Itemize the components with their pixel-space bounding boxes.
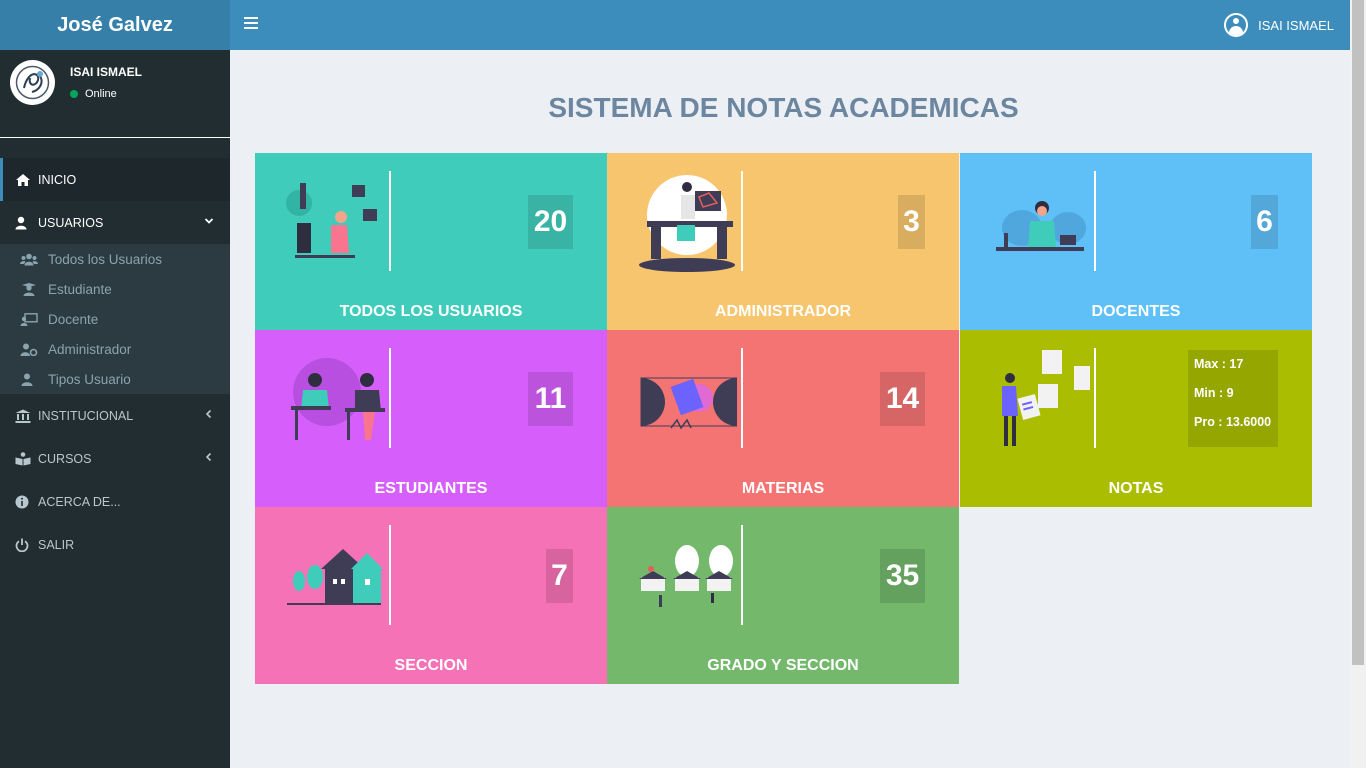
sidebar-item-usuarios[interactable]: USUARIOS	[0, 201, 230, 244]
card-docentes[interactable]: 6 DOCENTES	[960, 153, 1312, 330]
chevron-left-icon	[205, 409, 212, 419]
page-title: SISTEMA DE NOTAS ACADEMICAS	[548, 92, 1019, 123]
submenu-item-estudiante[interactable]: Estudiante	[0, 274, 230, 304]
book-reader-icon	[15, 451, 31, 465]
books-illustration	[640, 377, 737, 430]
user-cog-icon	[20, 343, 38, 356]
card-divider	[741, 348, 743, 448]
power-icon	[15, 538, 29, 552]
bank-icon	[15, 409, 31, 423]
page-scrollbar[interactable]	[1350, 0, 1366, 768]
chalkboard-teacher-icon	[20, 312, 38, 326]
sidebar-item-salir[interactable]: SALIR	[0, 523, 230, 566]
users-icon	[20, 253, 38, 265]
sidebar-item-inicio[interactable]: INICIO	[0, 158, 230, 201]
usuarios-submenu: Todos los Usuarios Estudiante Docente Ad…	[0, 244, 230, 394]
card-count: 11	[528, 372, 573, 426]
chevron-down-icon	[204, 218, 214, 224]
grades-documents-illustration	[1002, 350, 1090, 446]
people-working-illustration	[286, 183, 377, 258]
sidebar-toggle-icon[interactable]	[244, 17, 258, 31]
sidebar-item-label: CURSOS	[38, 451, 92, 466]
submenu-label: Todos los Usuarios	[48, 251, 163, 267]
submenu-item-todos-usuarios[interactable]: Todos los Usuarios	[0, 244, 230, 274]
sidebar-user-name: ISAI ISMAEL	[70, 65, 143, 79]
card-label: NOTAS	[1108, 480, 1164, 497]
card-label: DOCENTES	[1091, 303, 1181, 320]
students-illustration	[291, 358, 385, 440]
neighborhood-illustration	[639, 545, 733, 607]
app-brand[interactable]: José Galvez	[0, 0, 230, 50]
user-icon	[15, 216, 27, 229]
info-icon	[15, 495, 29, 508]
card-label: SECCION	[394, 657, 468, 674]
submenu-label: Administrador	[48, 341, 132, 357]
grade-max: Max : 17	[1194, 357, 1244, 371]
card-divider	[389, 171, 391, 271]
sidebar-item-institucional[interactable]: INSTITUCIONAL	[0, 394, 230, 437]
card-divider	[1094, 348, 1096, 448]
submenu-item-administrador[interactable]: Administrador	[0, 334, 230, 364]
user-tag-icon	[21, 373, 33, 386]
user-panel: ISAI ISMAEL Online	[0, 50, 230, 138]
sidebar-item-label: INICIO	[38, 172, 77, 187]
card-seccion[interactable]: 7 SECCION	[255, 507, 607, 684]
admin-desk-illustration	[639, 175, 735, 272]
card-divider	[389, 348, 391, 448]
card-label: ESTUDIANTES	[374, 480, 488, 497]
card-divider	[389, 525, 391, 625]
card-materias[interactable]: 14 MATERIAS	[607, 330, 959, 507]
online-dot-icon	[70, 90, 78, 98]
scrollbar-thumb[interactable]	[1352, 0, 1364, 665]
card-grado-seccion[interactable]: 35 GRADO Y SECCION	[607, 507, 959, 684]
chevron-left-icon	[205, 452, 212, 462]
online-status: Online	[70, 88, 117, 100]
teacher-illustration	[996, 201, 1086, 251]
card-count: 35	[880, 549, 925, 603]
header-user-name: ISAI ISMAEL	[1258, 17, 1334, 33]
submenu-label: Docente	[48, 311, 99, 327]
submenu-item-tipos-usuario[interactable]: Tipos Usuario	[0, 364, 230, 394]
submenu-label: Estudiante	[48, 281, 112, 297]
top-navbar: ISAI ISMAEL	[230, 0, 1350, 50]
card-label: TODOS LOS USUARIOS	[339, 303, 523, 320]
sidebar-menu: INICIO USUARIOS Todos los Usuarios Estud…	[0, 158, 230, 566]
sidebar-item-label: INSTITUCIONAL	[38, 408, 134, 423]
sidebar: ISAI ISMAEL Online INICIO USUARIOS Todos…	[0, 50, 230, 768]
card-count: 14	[880, 372, 925, 426]
card-label: ADMINISTRADOR	[715, 303, 851, 320]
card-count: 3	[898, 195, 925, 249]
grade-average: Pro : 13.6000	[1194, 415, 1272, 429]
card-divider	[741, 525, 743, 625]
house-illustration	[287, 549, 383, 605]
sidebar-item-label: SALIR	[38, 537, 75, 552]
status-label: Online	[85, 88, 117, 100]
sidebar-item-cursos[interactable]: CURSOS	[0, 437, 230, 480]
grade-min: Min : 9	[1194, 386, 1234, 400]
avatar	[10, 60, 55, 105]
graduate-icon	[22, 282, 36, 296]
home-icon	[16, 173, 30, 186]
card-notas[interactable]: Max : 17 Min : 9 Pro : 13.6000 NOTAS	[960, 330, 1312, 507]
card-label: GRADO Y SECCION	[707, 657, 859, 674]
grade-stats-panel: Max : 17 Min : 9 Pro : 13.6000	[1188, 350, 1278, 447]
card-count: 20	[528, 195, 573, 249]
card-todos-usuarios[interactable]: 20 TODOS LOS USUARIOS	[255, 153, 607, 330]
sidebar-item-acerca[interactable]: ACERCA DE...	[0, 480, 230, 523]
main-content: SISTEMA DE NOTAS ACADEMICAS 20 TODOS LOS…	[230, 50, 1350, 768]
user-circle-icon	[1224, 13, 1249, 37]
submenu-label: Tipos Usuario	[48, 371, 131, 387]
submenu-item-docente[interactable]: Docente	[0, 304, 230, 334]
card-estudiantes[interactable]: 11 ESTUDIANTES	[255, 330, 607, 507]
card-count: 6	[1251, 195, 1278, 249]
card-label: MATERIAS	[741, 480, 825, 497]
card-count: 7	[546, 549, 573, 603]
user-menu[interactable]: ISAI ISMAEL	[1224, 13, 1334, 37]
card-divider	[1094, 171, 1096, 271]
sidebar-item-label: ACERCA DE...	[38, 494, 121, 509]
card-divider	[741, 171, 743, 271]
card-administrador[interactable]: 3 ADMINISTRADOR	[607, 153, 959, 330]
sidebar-item-label: USUARIOS	[38, 215, 104, 230]
